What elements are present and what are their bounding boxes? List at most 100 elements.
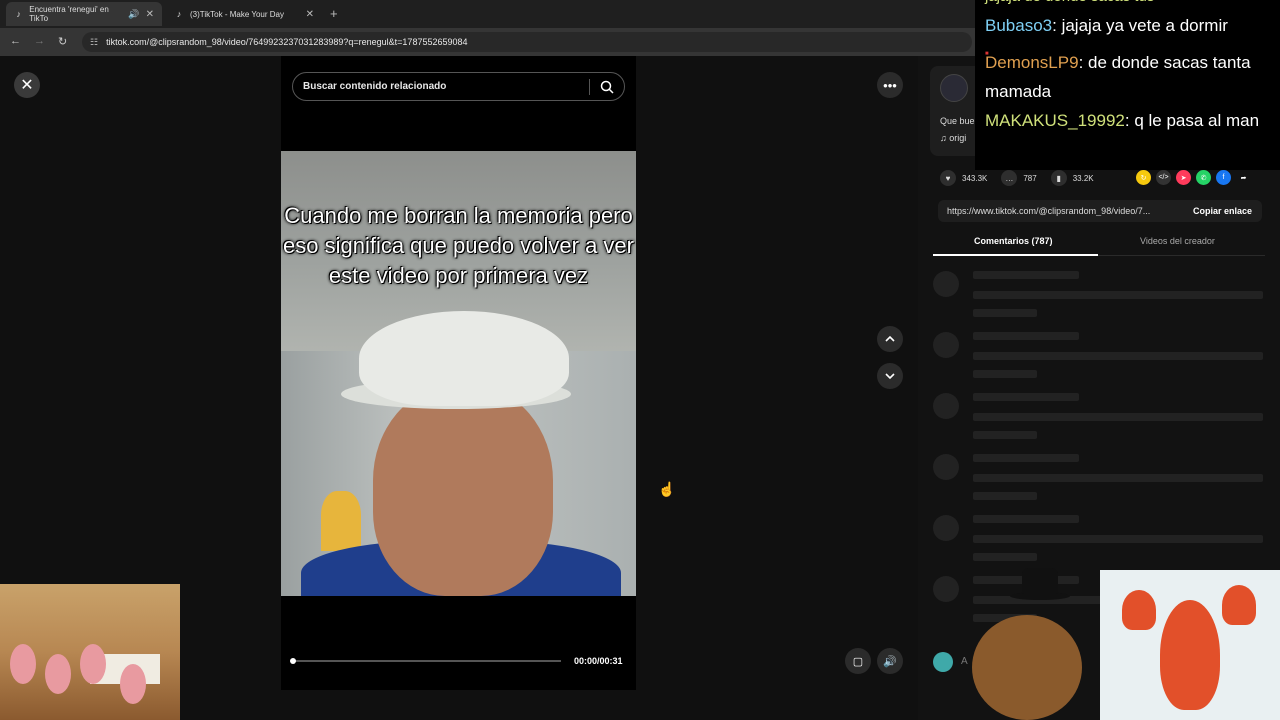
chat-line: Bubaso3: jajaja ya vete a dormir (985, 16, 1228, 35)
overlay-shrimp-dance-image (0, 584, 180, 720)
chat-line: MAKAKUS_19992: q le pasa al man (985, 111, 1260, 130)
background-person (321, 491, 361, 551)
tab-title: Encuentra 'renegui' en TikTo (29, 5, 109, 23)
skeleton-bar (973, 553, 1037, 561)
shrimp-figure (45, 654, 71, 694)
tab-comments[interactable]: Comentarios (787) (974, 236, 1053, 246)
share-link-row: https://www.tiktok.com/@clipsrandom_98/v… (938, 200, 1262, 222)
skeleton-bar (973, 535, 1263, 543)
tiktok-icon: ♪ (16, 9, 21, 19)
previous-video-button[interactable] (877, 326, 903, 352)
mini-player-icon: ▢ (852, 655, 864, 668)
send-icon[interactable]: ➤ (1176, 170, 1191, 185)
browser-tab-active[interactable]: ♪ Encuentra 'renegui' en TikTo 🔊 ✕ (6, 2, 162, 26)
search-input[interactable]: Buscar contenido relacionado (292, 72, 625, 101)
skeleton-avatar (933, 332, 959, 358)
save-button[interactable]: ▮ 33.2K (1050, 170, 1094, 186)
more-options-button[interactable]: ••• (877, 72, 903, 98)
chat-line-partial: jajaja de donde sacas tus (985, 0, 1280, 11)
skeleton-avatar (933, 515, 959, 541)
share-buttons: ↻ </> ➤ ✆ f ➦ (1136, 170, 1251, 185)
whatsapp-icon[interactable]: ✆ (1196, 170, 1211, 185)
copy-link-button[interactable]: Copiar enlace (1193, 206, 1252, 216)
speaker-icon[interactable]: 🔊 (128, 9, 139, 20)
skeleton-bar (973, 370, 1037, 378)
skeleton-bar (973, 454, 1079, 462)
comment-count: 787 (1023, 173, 1037, 183)
video-description: Que bue (940, 116, 975, 126)
comment-skeleton (933, 332, 1273, 382)
close-icon[interactable]: ✕ (146, 9, 154, 20)
search-icon[interactable] (600, 80, 614, 94)
bug-body (972, 615, 1082, 720)
url-text: tiktok.com/@clipsrandom_98/video/7649923… (106, 37, 468, 47)
site-info-icon[interactable]: ☷ (90, 37, 98, 48)
comment-skeleton (933, 454, 1273, 504)
chat-message: q le pasa al man (1134, 111, 1260, 130)
facebook-icon[interactable]: f (1216, 170, 1231, 185)
top-hat-icon (1022, 568, 1058, 594)
user-avatar (933, 652, 953, 672)
screen: ♪ Encuentra 'renegui' en TikTo 🔊 ✕ ♪ (3)… (0, 0, 1280, 720)
overlay-lobster-image (1100, 570, 1280, 720)
tiktok-icon: ♪ (176, 9, 182, 19)
chat-username: Bubaso3 (985, 16, 1053, 35)
skeleton-avatar (933, 393, 959, 419)
volume-icon: 🔊 (883, 655, 897, 668)
lobster-claw (1222, 585, 1256, 625)
forward-arrow-icon[interactable]: → (34, 35, 45, 47)
search-divider (589, 79, 590, 95)
overlay-bug-mascot (962, 568, 1102, 720)
embed-icon[interactable]: </> (1156, 170, 1171, 185)
chat-badge-icon: ■ (985, 51, 989, 57)
new-tab-button[interactable]: + (330, 6, 338, 21)
stream-chat-overlay: jajaja de donde sacas tus Bubaso3: jajaj… (975, 0, 1280, 170)
skeleton-bar (973, 515, 1079, 523)
mouse-cursor-icon: ☝ (658, 481, 676, 497)
reload-icon[interactable]: ↻ (58, 35, 67, 48)
save-count: 33.2K (1072, 173, 1094, 183)
chat-line: DemonsLP9: de donde sacas tanta mamada (985, 53, 1251, 101)
close-video-button[interactable]: ✕ (14, 72, 40, 98)
back-arrow-icon[interactable]: ← (10, 35, 21, 47)
share-arrow-icon[interactable]: ➦ (1236, 170, 1251, 185)
music-link[interactable]: ♫ origi (940, 133, 966, 143)
next-video-button[interactable] (877, 363, 903, 389)
skeleton-bar (973, 309, 1037, 317)
share-link[interactable]: https://www.tiktok.com/@clipsrandom_98/v… (947, 206, 1171, 216)
search-placeholder: Buscar contenido relacionado (303, 81, 447, 92)
video-caption: Cuando me borran la memoria pero eso sig… (283, 203, 634, 288)
progress-handle[interactable] (290, 658, 296, 664)
comment-button[interactable]: … 787 (1001, 170, 1037, 186)
video-frame[interactable]: Cuando me borran la memoria pero eso sig… (281, 151, 636, 596)
author-avatar[interactable] (940, 74, 968, 102)
chat-username: DemonsLP9 (985, 53, 1079, 72)
chat-username: MAKAKUS_19992 (985, 111, 1125, 130)
tab-creator-videos[interactable]: Videos del creador (1140, 236, 1215, 246)
engagement-stats: ♥ 343.3K … 787 ▮ 33.2K (940, 170, 1094, 186)
repost-icon[interactable]: ↻ (1136, 170, 1151, 185)
chevron-up-icon (885, 335, 895, 342)
like-button[interactable]: ♥ 343.3K (940, 170, 987, 186)
browser-tab[interactable]: ♪ (3)TikTok - Make Your Day ✕ (166, 2, 322, 26)
comment-skeleton (933, 393, 1273, 443)
skeleton-bar (973, 492, 1037, 500)
comment-input[interactable]: A (933, 652, 968, 676)
progress-bar[interactable] (290, 658, 561, 664)
skeleton-bar (973, 413, 1263, 421)
playback-time: 00:00/00:31 (574, 656, 623, 666)
mini-player-button[interactable]: ▢ (845, 648, 871, 674)
heart-icon: ♥ (940, 170, 956, 186)
tab-title: (3)TikTok - Make Your Day (190, 9, 284, 19)
comments-tabs: Comentarios (787) Videos del creador (933, 228, 1265, 256)
bookmark-icon: ▮ (1050, 170, 1067, 186)
volume-button[interactable]: 🔊 (877, 648, 903, 674)
shrimp-figure (80, 644, 106, 684)
skeleton-bar (973, 352, 1263, 360)
skeleton-bar (973, 271, 1079, 279)
url-field[interactable]: ☷ tiktok.com/@clipsrandom_98/video/76499… (82, 32, 972, 52)
skeleton-bar (973, 393, 1079, 401)
comment-icon: … (1001, 170, 1018, 186)
comment-skeleton (933, 515, 1273, 565)
close-icon[interactable]: ✕ (306, 9, 314, 20)
